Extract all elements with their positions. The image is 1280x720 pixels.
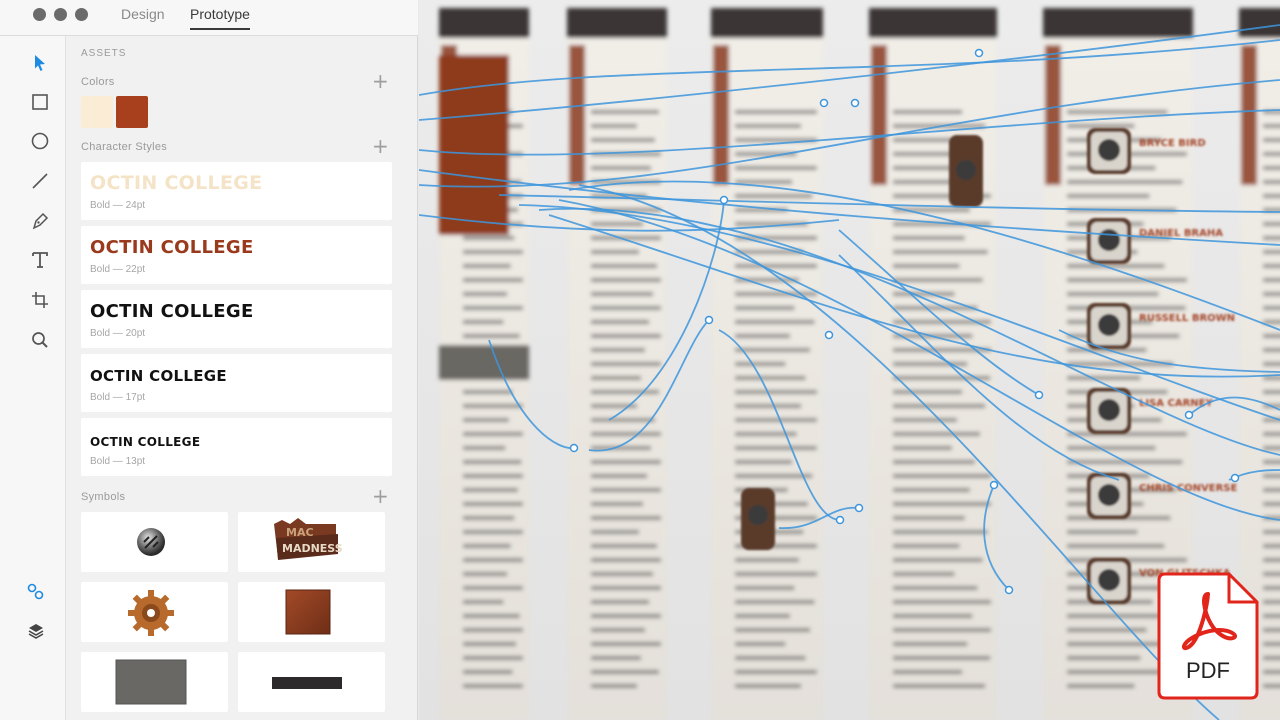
character-style-meta: Bold — 13pt [90,456,146,467]
link-node [854,503,864,513]
artboard-column [869,8,997,720]
line-tool-icon[interactable] [25,166,55,196]
character-style-meta: Bold — 17pt [90,392,146,403]
artboard-tool-icon[interactable] [25,285,55,315]
ellipse-tool-icon[interactable] [25,126,55,156]
rivet-button-symbol[interactable] [81,512,228,572]
add-symbol-button[interactable]: + [372,486,389,506]
tool-bar [0,36,66,720]
link-node [1034,390,1044,400]
pdf-label: PDF [1186,658,1230,683]
title-bar: Design Prototype [0,0,418,36]
text-tool-icon[interactable] [25,245,55,275]
character-style-meta: Bold — 22pt [90,264,146,275]
speaker-name: LISA CARNEY [1139,398,1213,409]
window-zoom-button[interactable] [75,8,88,21]
rectangle-tool-icon[interactable] [25,87,55,117]
link-node [1184,410,1194,420]
link-node [569,443,579,453]
character-style-13pt[interactable]: OCTIN COLLEGE Bold — 13pt [81,418,392,476]
assets-panel-icon[interactable] [21,577,51,607]
symbols-section-label: Symbols [81,491,126,503]
link-node [719,195,729,205]
link-node [819,98,829,108]
tab-design[interactable]: Design [121,6,165,28]
link-node [1230,473,1240,483]
artboard-column [711,8,823,720]
assets-heading: ASSETS [81,48,127,59]
color-swatch-rust[interactable] [116,96,148,128]
mac-madness-logo-symbol[interactable]: MAC MADNESS [238,512,385,572]
dark-bar-symbol[interactable] [238,652,385,712]
add-character-style-button[interactable]: + [372,136,389,156]
character-style-17pt[interactable]: OCTIN COLLEGE Bold — 17pt [81,354,392,412]
link-node [835,515,845,525]
character-style-meta: Bold — 24pt [90,200,146,211]
artboard-columns [439,8,1280,720]
design-app-panel: Design Prototype ASSETS Colors + Charact… [0,0,418,720]
pdf-badge[interactable]: PDF [1157,572,1260,700]
gear-symbol[interactable] [81,582,228,642]
character-style-22pt[interactable]: OCTIN COLLEGE Bold — 22pt [81,226,392,284]
colors-section-label: Colors [81,76,115,88]
link-node [850,98,860,108]
pen-tool-icon[interactable] [25,206,55,236]
character-style-meta: Bold — 20pt [90,328,146,339]
character-style-name: OCTIN COLLEGE [90,435,201,449]
leather-texture-symbol[interactable] [238,582,385,642]
link-node [1004,585,1014,595]
character-style-name: OCTIN COLLEGE [90,237,254,258]
window-close-button[interactable] [33,8,46,21]
zoom-tool-icon[interactable] [25,325,55,355]
link-node [989,480,999,490]
metal-plate-symbol[interactable] [81,652,228,712]
character-style-24pt[interactable]: OCTIN COLLEGE Bold — 24pt [81,162,392,220]
artboard-column [567,8,667,720]
tab-prototype[interactable]: Prototype [190,6,250,30]
layers-panel-icon[interactable] [21,616,51,646]
speaker-name: BRYCE BIRD [1139,138,1206,149]
leather-panel [439,55,509,235]
speaker-name: RUSSELL BROWN [1139,313,1235,324]
character-style-name: OCTIN COLLEGE [90,301,254,322]
add-color-button[interactable]: + [372,71,389,91]
link-node [824,330,834,340]
metal-plate [439,345,529,380]
link-node [704,315,714,325]
prototype-canvas[interactable]: BRYCE BIRD DANIEL BRAHA RUSSELL BROWN LISA … [419,0,1280,720]
character-style-name: OCTIN COLLEGE [90,172,263,194]
logo-text-top: MAC [286,526,314,539]
app-window: Design Prototype ASSETS Colors + Charact… [0,0,1280,720]
character-styles-section-label: Character Styles [81,141,168,153]
logo-text-bottom: MADNESS [282,542,343,555]
character-style-name: OCTIN COLLEGE [90,367,227,385]
window-minimize-button[interactable] [54,8,67,21]
character-style-20pt[interactable]: OCTIN COLLEGE Bold — 20pt [81,290,392,348]
select-tool-icon[interactable] [25,48,55,78]
link-node [974,48,984,58]
color-swatch-cream[interactable] [81,96,113,128]
assets-panel: ASSETS Colors + Character Styles + OCTIN… [66,36,417,720]
